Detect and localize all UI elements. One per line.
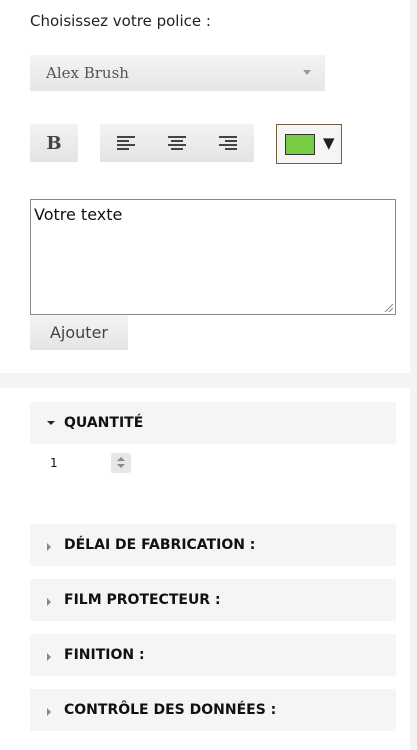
bold-button[interactable]: B	[30, 124, 78, 162]
chevron-down-icon[interactable]	[117, 464, 125, 468]
accordion-item-label: DÉLAI DE FABRICATION :	[64, 537, 256, 553]
chevron-right-icon	[47, 598, 51, 606]
align-left-icon[interactable]	[116, 136, 135, 150]
alignment-group	[100, 124, 254, 162]
font-select[interactable]: Alex Brush	[30, 55, 325, 91]
accordion-delai-header[interactable]: DÉLAI DE FABRICATION :	[30, 524, 396, 566]
font-select-value: Alex Brush	[46, 64, 129, 82]
accordion-item-label: CONTRÔLE DES DONNÉES :	[64, 702, 277, 718]
accordion-item-label: FINITION :	[64, 647, 145, 663]
align-right-icon[interactable]	[219, 136, 238, 150]
text-input-value: Votre texte	[34, 205, 123, 224]
text-input[interactable]: Votre texte	[30, 199, 396, 315]
resize-handle-icon[interactable]	[383, 302, 393, 312]
color-picker-button[interactable]: ▼	[276, 124, 342, 164]
chevron-down-icon	[47, 421, 55, 425]
accordion-film-header[interactable]: FILM PROTECTEUR :	[30, 579, 396, 621]
chevron-right-icon	[47, 543, 51, 551]
accordion-controle-header[interactable]: CONTRÔLE DES DONNÉES :	[30, 689, 396, 731]
quantity-value: 1	[50, 456, 58, 470]
accordion-quantity-label: QUANTITÉ	[64, 415, 144, 431]
accordion-quantity-header[interactable]: QUANTITÉ	[30, 402, 396, 444]
accordion-item-label: FILM PROTECTEUR :	[64, 592, 221, 608]
chevron-right-icon	[47, 653, 51, 661]
dropdown-arrow-icon: ▼	[323, 134, 335, 152]
add-text-button[interactable]: Ajouter	[30, 315, 128, 350]
chevron-right-icon	[47, 708, 51, 716]
align-center-icon[interactable]	[167, 136, 186, 150]
color-swatch	[285, 134, 315, 155]
font-label: Choisissez votre police :	[30, 12, 211, 30]
chevron-down-icon	[303, 70, 311, 75]
quantity-stepper[interactable]	[111, 453, 131, 473]
accordion-finition-header[interactable]: FINITION :	[30, 634, 396, 676]
chevron-up-icon[interactable]	[117, 457, 125, 461]
